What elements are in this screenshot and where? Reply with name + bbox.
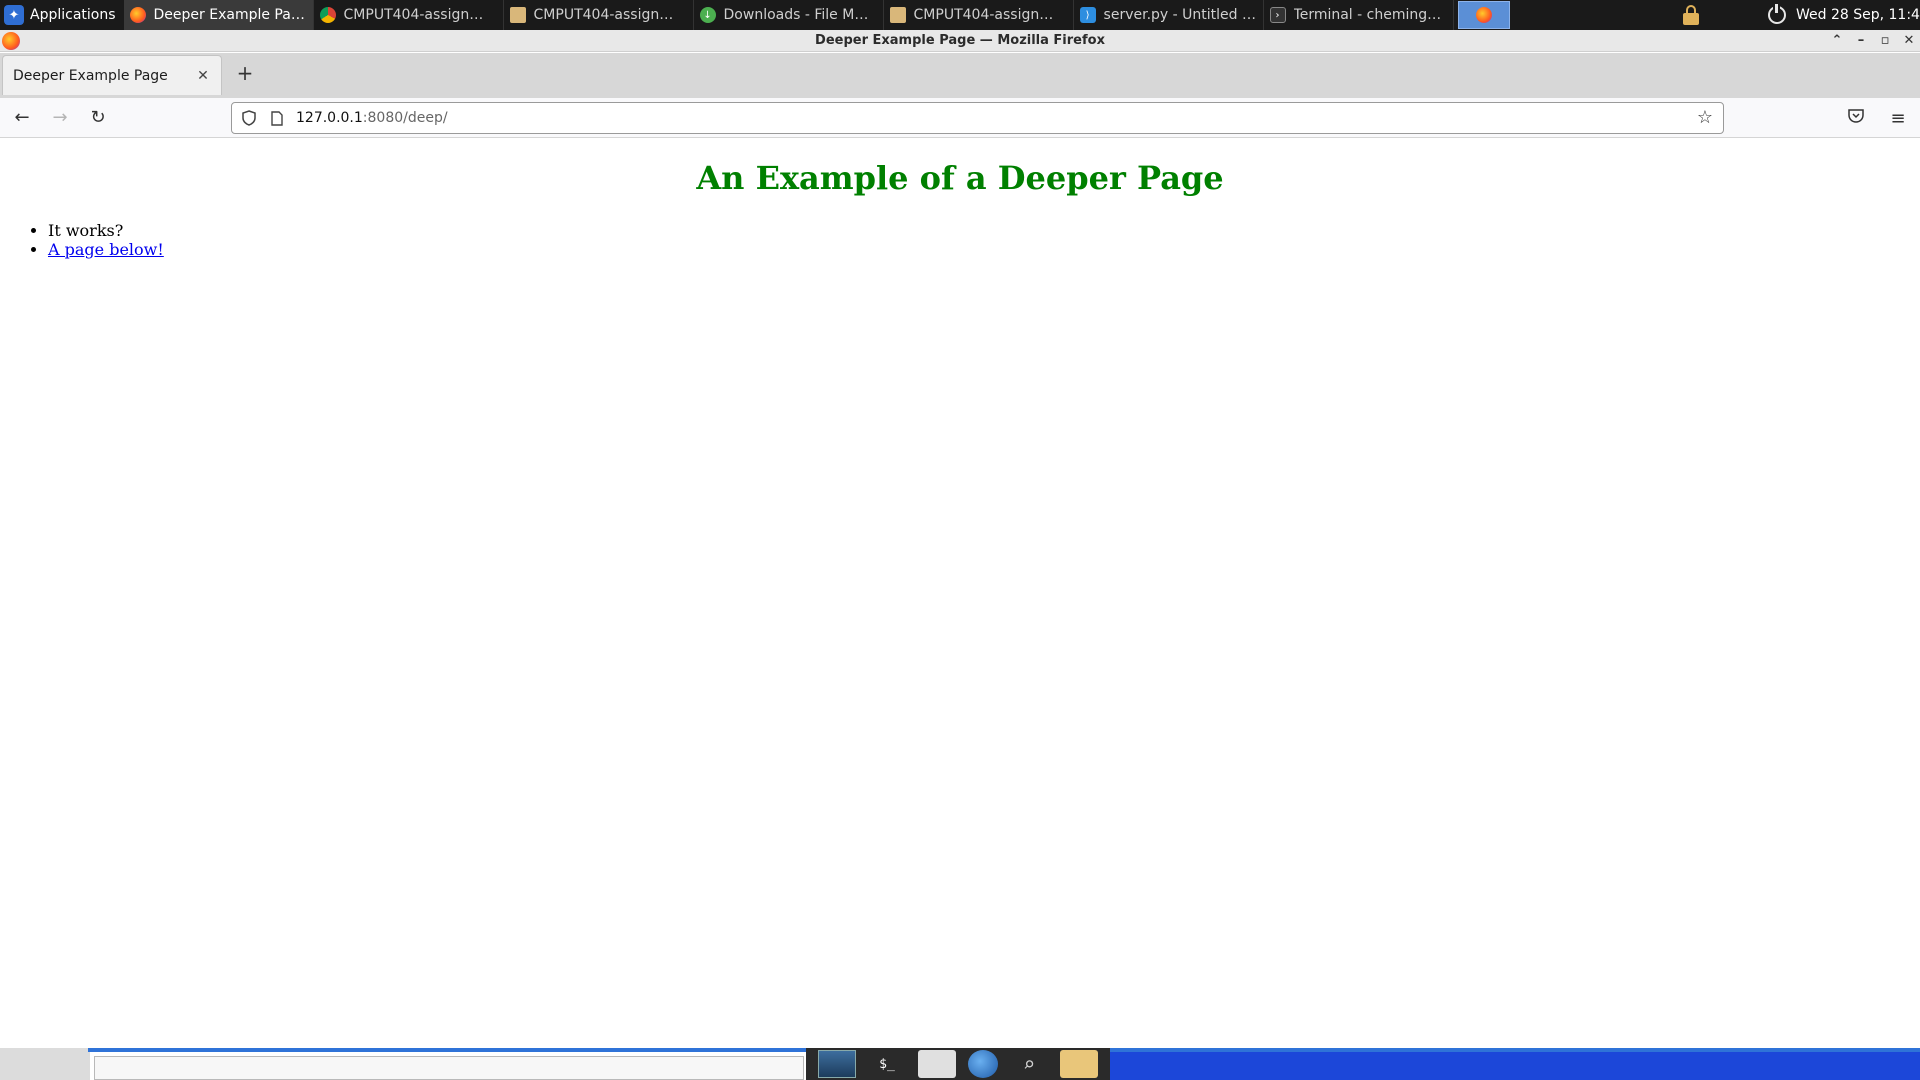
lock-body <box>1683 13 1699 25</box>
list-item: A page below! <box>48 240 1920 259</box>
task-label: Terminal - cheming@... <box>1293 7 1447 23</box>
home-folder-icon[interactable] <box>918 1050 956 1078</box>
url-path: :8080/deep/ <box>362 110 448 126</box>
list-item: It works? <box>48 221 1920 240</box>
arrow-right-icon: → <box>52 107 68 128</box>
page-list: It works? A page below! <box>0 221 1920 259</box>
bottom-panel-right <box>1110 1052 1920 1080</box>
toolbar-right: ≡ <box>1846 102 1908 134</box>
folder-icon <box>509 7 526 23</box>
task-downloads[interactable]: ↓ Downloads - File Man... <box>694 0 884 30</box>
hamburger-menu-icon[interactable]: ≡ <box>1888 108 1908 129</box>
shield-icon[interactable] <box>240 109 258 127</box>
plus-icon: + <box>236 61 254 85</box>
page-icon[interactable] <box>268 109 286 127</box>
window-titlebar: Deeper Example Page — Mozilla Firefox ⌃ … <box>0 30 1920 52</box>
applications-menu-button[interactable]: ✦ Applications <box>0 0 124 30</box>
window-list: Deeper Example Page... CMPUT404-assignme… <box>123 0 1454 30</box>
pocket-icon[interactable] <box>1846 108 1866 129</box>
close-icon[interactable]: ✕ <box>1902 34 1916 48</box>
bottom-panel-left <box>0 1048 90 1080</box>
task-label: Deeper Example Page... <box>153 7 307 23</box>
window-controls: ⌃ – ▫ ✕ <box>1830 30 1916 52</box>
task-folder-2[interactable]: CMPUT404-assignme... <box>884 0 1074 30</box>
clock[interactable]: Wed 28 Sep, 11:47 <box>1796 0 1920 30</box>
firefox-icon <box>1476 7 1492 23</box>
task-terminal[interactable]: › Terminal - cheming@... <box>1264 0 1454 30</box>
dock: $_ ⌕ <box>806 1048 1110 1080</box>
task-vscode[interactable]: ⟩ server.py - Untitled (... <box>1074 0 1264 30</box>
reload-button[interactable]: ↻ <box>82 102 114 134</box>
search-icon[interactable]: ⌕ <box>1010 1050 1048 1078</box>
reload-icon: ↻ <box>90 107 106 128</box>
window-title: Deeper Example Page — Mozilla Firefox <box>815 33 1105 48</box>
task-label: server.py - Untitled (... <box>1103 7 1257 23</box>
close-tab-icon[interactable]: ✕ <box>195 68 211 84</box>
url-host: 127.0.0.1 <box>296 110 363 126</box>
terminal-icon: › <box>1269 7 1286 23</box>
vscode-icon: ⟩ <box>1079 7 1096 23</box>
tray-firefox-launcher[interactable] <box>1458 1 1510 29</box>
xfce-logo-icon: ✦ <box>4 5 24 25</box>
lock-screen-button[interactable] <box>1680 4 1702 26</box>
file-manager-icon[interactable] <box>1060 1050 1098 1078</box>
page-content: An Example of a Deeper Page It works? A … <box>0 139 1920 1048</box>
tab-strip: Deeper Example Page ✕ + <box>0 53 1920 98</box>
tab-deeper-example-page[interactable]: Deeper Example Page ✕ <box>2 55 222 95</box>
page-below-link[interactable]: A page below! <box>48 240 164 259</box>
power-icon[interactable] <box>1768 4 1786 24</box>
minimize-icon[interactable]: – <box>1854 34 1868 48</box>
firefox-icon <box>129 7 146 23</box>
task-folder-1[interactable]: CMPUT404-assignme... <box>504 0 694 30</box>
back-button[interactable]: ← <box>6 102 38 134</box>
bookmark-star-icon[interactable]: ☆ <box>1697 107 1713 128</box>
navigation-toolbar: ← → ↻ 127.0.0.1:8080/deep/ ☆ ≡ <box>0 98 1920 138</box>
new-tab-button[interactable]: + <box>230 58 260 88</box>
arrow-left-icon: ← <box>14 107 30 128</box>
download-icon: ↓ <box>699 7 716 23</box>
terminal-launcher-icon[interactable]: $_ <box>868 1050 906 1078</box>
forward-button[interactable]: → <box>44 102 76 134</box>
task-label: CMPUT404-assignme... <box>913 7 1067 23</box>
page-heading: An Example of a Deeper Page <box>696 159 1224 197</box>
firefox-icon <box>2 32 20 50</box>
chrome-icon <box>319 7 336 23</box>
bottom-window-preview[interactable] <box>94 1056 804 1080</box>
maximize-icon[interactable]: ▫ <box>1878 34 1892 48</box>
task-label: CMPUT404-assignme... <box>343 7 497 23</box>
web-browser-icon[interactable] <box>968 1050 998 1078</box>
list-item-text: It works? <box>48 221 124 240</box>
task-chrome[interactable]: CMPUT404-assignme... <box>314 0 504 30</box>
show-desktop-icon[interactable] <box>818 1050 856 1078</box>
tab-title: Deeper Example Page <box>13 67 168 84</box>
task-label: Downloads - File Man... <box>723 7 877 23</box>
applications-label: Applications <box>30 7 116 23</box>
url-bar[interactable]: 127.0.0.1:8080/deep/ ☆ <box>231 102 1724 134</box>
task-firefox[interactable]: Deeper Example Page... <box>123 0 314 30</box>
shade-icon[interactable]: ⌃ <box>1830 34 1844 48</box>
task-label: CMPUT404-assignme... <box>533 7 687 23</box>
system-taskbar: ✦ Applications Deeper Example Page... CM… <box>0 0 1920 30</box>
folder-icon <box>889 7 906 23</box>
